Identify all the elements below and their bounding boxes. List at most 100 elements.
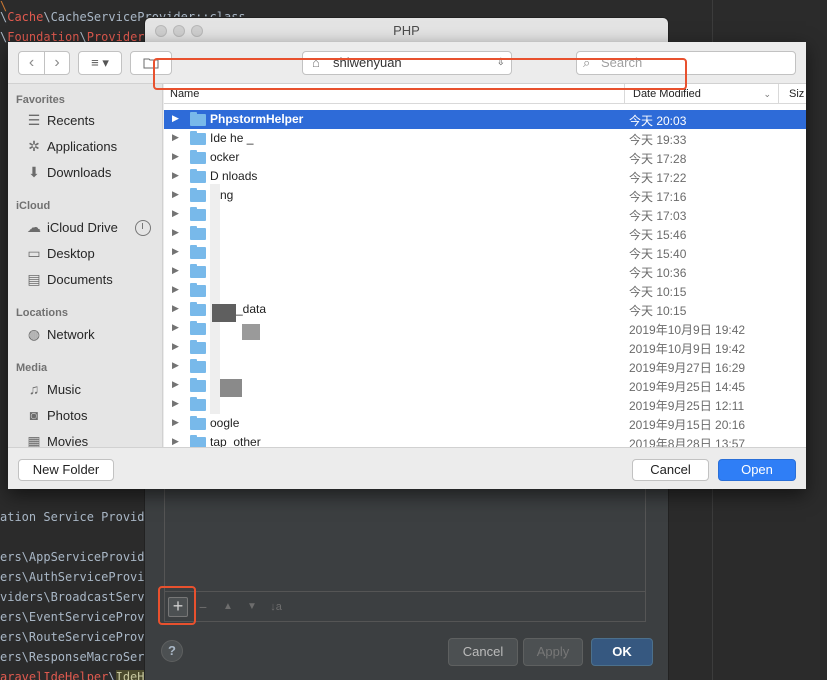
file-date: 今天 17:16 bbox=[629, 190, 687, 204]
file-date: 2019年9月27日 16:29 bbox=[629, 361, 746, 375]
file-row[interactable]: ▶a2019年9月25日 12:11 bbox=[164, 395, 806, 414]
new-folder-button[interactable]: New Folder bbox=[18, 459, 114, 481]
disclosure-triangle-icon[interactable]: ▶ bbox=[172, 341, 179, 352]
column-size[interactable]: Siz bbox=[778, 84, 804, 104]
file-row[interactable]: ▶ Ide he _ 今天 19:33 bbox=[164, 129, 806, 148]
file-name: Ide he _ bbox=[210, 131, 254, 145]
applications-icon: ✲ bbox=[28, 137, 40, 154]
file-row[interactable]: ▶ tap_other 2019年8月28日 13:57 bbox=[164, 433, 806, 447]
disclosure-triangle-icon[interactable]: ▶ bbox=[172, 113, 179, 124]
disclosure-triangle-icon[interactable]: ▶ bbox=[172, 360, 179, 371]
file-name: ocker bbox=[210, 150, 240, 164]
disclosure-triangle-icon[interactable]: ▶ bbox=[172, 132, 179, 143]
file-date: 今天 15:40 bbox=[629, 247, 687, 261]
include-path-list[interactable] bbox=[164, 488, 646, 592]
folder-icon bbox=[190, 207, 206, 221]
code-line: ation Service Provider bbox=[0, 507, 159, 527]
file-row[interactable]: ▶ll今天 10:36 bbox=[164, 262, 806, 281]
annotation-highlight-add bbox=[158, 586, 196, 625]
sidebar-item-network[interactable]: ◍ Network bbox=[24, 324, 95, 344]
disclosure-triangle-icon[interactable]: ▶ bbox=[172, 417, 179, 428]
sidebar-item-applications[interactable]: ✲ Applications bbox=[24, 136, 117, 156]
cancel-button[interactable]: Cancel bbox=[448, 638, 518, 666]
file-date: 今天 10:36 bbox=[629, 266, 687, 280]
disclosure-triangle-icon[interactable]: ▶ bbox=[172, 189, 179, 200]
file-row[interactable]: ▶k今天 10:15 bbox=[164, 281, 806, 300]
file-row[interactable]: ▶ D nloads 今天 17:22 bbox=[164, 167, 806, 186]
disclosure-triangle-icon[interactable]: ▶ bbox=[172, 303, 179, 314]
help-button[interactable]: ? bbox=[161, 640, 183, 662]
redaction-blur bbox=[220, 379, 242, 397]
sidebar-item-label: iCloud Drive bbox=[47, 219, 118, 235]
file-chooser-sheet: ‹ › ≡ ▾ ⌂ shiwenyuan ⇳ ⌕ Search Favorite… bbox=[8, 42, 806, 489]
network-icon: ◍ bbox=[27, 325, 41, 342]
disclosure-triangle-icon[interactable]: ▶ bbox=[172, 227, 179, 238]
folder-icon bbox=[190, 264, 206, 278]
desktop-icon: ▭ bbox=[27, 244, 41, 261]
file-date: 今天 17:28 bbox=[629, 152, 687, 166]
sidebar-heading-media: Media bbox=[16, 362, 48, 374]
view-options-button[interactable]: ≡ ▾ bbox=[78, 51, 122, 75]
folder-icon bbox=[190, 169, 206, 183]
apply-button[interactable]: Apply bbox=[523, 638, 583, 666]
file-row[interactable]: ▶ 今天 15:40 bbox=[164, 243, 806, 262]
sidebar-item-photos[interactable]: ◙ Photos bbox=[24, 405, 88, 425]
sidebar-item-documents[interactable]: ▤ Documents bbox=[24, 269, 112, 289]
file-row[interactable]: ▶ ocker 今天 17:28 bbox=[164, 148, 806, 167]
file-row[interactable]: ▶ 2019年9月27日 16:29 bbox=[164, 357, 806, 376]
disclosure-triangle-icon[interactable]: ▶ bbox=[172, 170, 179, 181]
folder-icon bbox=[190, 321, 206, 335]
disclosure-triangle-icon[interactable]: ▶ bbox=[172, 322, 179, 333]
sidebar-item-downloads[interactable]: ⬇ Downloads bbox=[24, 162, 111, 182]
sidebar-item-music[interactable]: ♫ Music bbox=[24, 379, 81, 399]
remove-button[interactable]: − bbox=[193, 597, 213, 617]
back-button[interactable]: ‹ bbox=[19, 52, 44, 74]
file-row[interactable]: ▶ oogle 2019年9月15日 20:16 bbox=[164, 414, 806, 433]
file-row[interactable]: ▶ 2019年9月25日 14:45 bbox=[164, 376, 806, 395]
cloud-icon: ☁ bbox=[27, 218, 41, 235]
code-token: ers\AuthServiceProvid bbox=[0, 570, 152, 584]
file-row[interactable]: ▶ fang 今天 17:16 bbox=[164, 186, 806, 205]
file-row[interactable]: ▶ 今天 15:46 bbox=[164, 224, 806, 243]
sidebar-item-desktop[interactable]: ▭ Desktop bbox=[24, 243, 94, 263]
code-line: ers\ResponseMacroServ bbox=[0, 647, 152, 667]
file-row[interactable]: ▶u今天 17:03 bbox=[164, 205, 806, 224]
forward-button[interactable]: › bbox=[43, 52, 69, 74]
code-token: ers\AppServiceProvide bbox=[0, 550, 152, 564]
disclosure-triangle-icon[interactable]: ▶ bbox=[172, 246, 179, 257]
redaction-blur bbox=[210, 184, 220, 414]
sidebar-item-label: Movies bbox=[47, 433, 89, 448]
file-name: PhpstormHelper bbox=[210, 112, 304, 126]
file-row[interactable]: ▶ stom_data 今天 10:15 bbox=[164, 300, 806, 319]
disclosure-triangle-icon[interactable]: ▶ bbox=[172, 398, 179, 409]
sidebar-heading-icloud: iCloud bbox=[16, 200, 51, 212]
disclosure-triangle-icon[interactable]: ▶ bbox=[172, 151, 179, 162]
sidebar-item-movies[interactable]: ▦ Movies bbox=[24, 431, 89, 448]
folder-icon bbox=[190, 245, 206, 259]
sidebar-item-recents[interactable]: ☰ Recents bbox=[24, 110, 95, 130]
file-row[interactable]: ▶ PhpstormHelper 今天 20:03 bbox=[164, 110, 806, 129]
sort-button[interactable]: ↓a bbox=[266, 597, 286, 617]
folder-icon bbox=[190, 378, 206, 392]
ok-button[interactable]: OK bbox=[591, 638, 653, 666]
cancel-button[interactable]: Cancel bbox=[632, 459, 709, 481]
open-button[interactable]: Open bbox=[718, 459, 796, 481]
disclosure-triangle-icon[interactable]: ▶ bbox=[172, 379, 179, 390]
disclosure-triangle-icon[interactable]: ▶ bbox=[172, 265, 179, 276]
icloud-status-icon bbox=[135, 220, 151, 236]
navigation-buttons: ‹ › bbox=[18, 51, 70, 75]
sidebar-item-icloud-drive[interactable]: ☁ iCloud Drive bbox=[24, 217, 118, 237]
disclosure-triangle-icon[interactable]: ▶ bbox=[172, 284, 179, 295]
folder-icon bbox=[190, 226, 206, 240]
sidebar-item-label: Recents bbox=[47, 112, 95, 128]
downloads-icon: ⬇ bbox=[28, 163, 40, 180]
disclosure-triangle-icon[interactable]: ▶ bbox=[172, 436, 179, 447]
file-date: 2019年10月9日 19:42 bbox=[629, 342, 746, 356]
move-down-button[interactable]: ▼ bbox=[242, 597, 262, 617]
disclosure-triangle-icon[interactable]: ▶ bbox=[172, 208, 179, 219]
file-row[interactable]: ▶ 2019年10月9日 19:42 bbox=[164, 338, 806, 357]
code-token: \ bbox=[108, 670, 116, 680]
move-up-button[interactable]: ▲ bbox=[218, 597, 238, 617]
file-row[interactable]: ▶ 2019年10月9日 19:42 bbox=[164, 319, 806, 338]
music-icon: ♫ bbox=[28, 381, 40, 397]
